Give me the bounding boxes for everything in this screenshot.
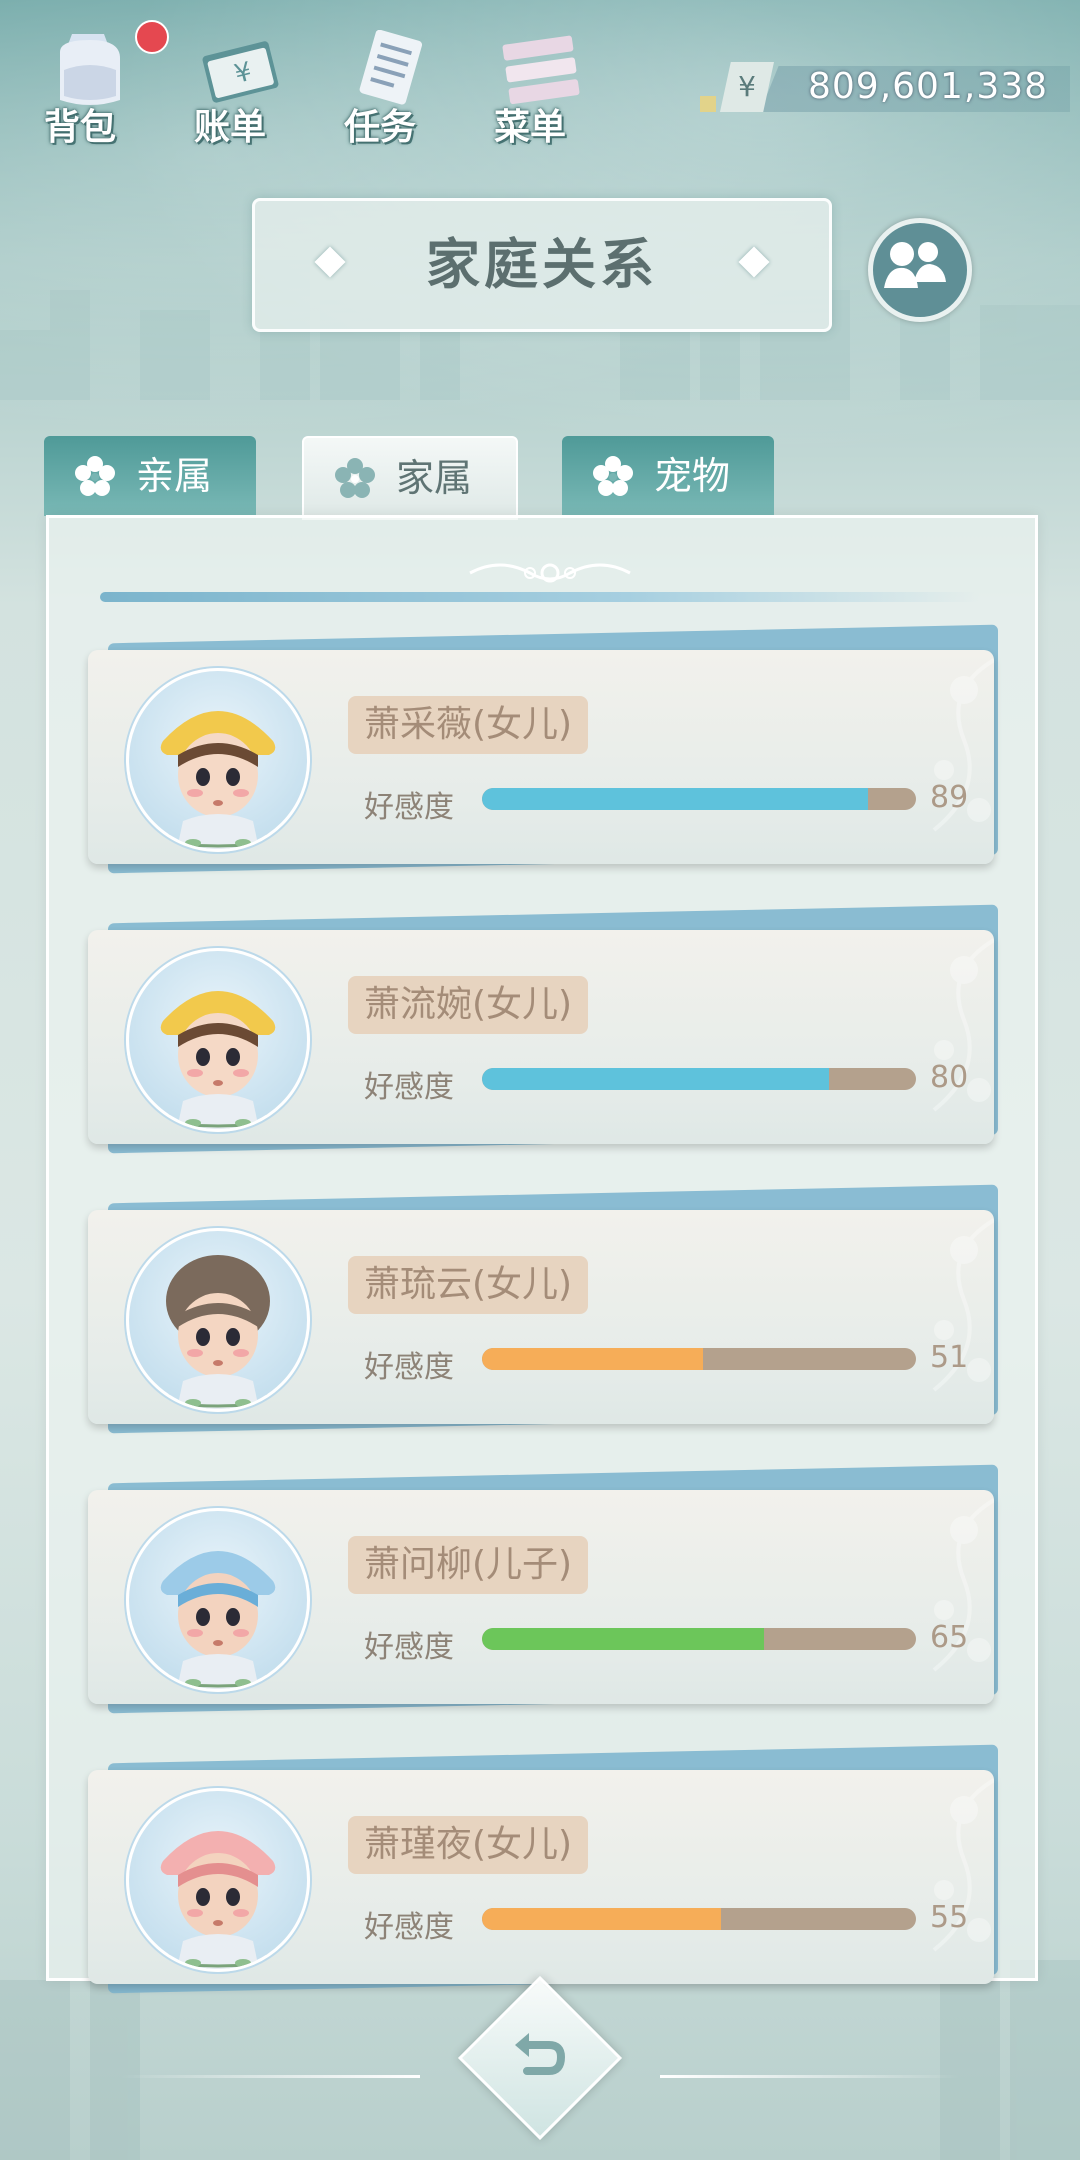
- footer-deco-line: [660, 2075, 960, 2078]
- lace-pattern: [932, 1498, 994, 1672]
- member-avatar: [126, 1788, 310, 1972]
- flower-icon: [593, 456, 633, 496]
- task-label: 任务: [343, 107, 416, 148]
- affinity-value: 65: [930, 1620, 969, 1655]
- lace-pattern: [932, 938, 994, 1112]
- member-name: 萧流婉(女儿): [348, 976, 589, 1034]
- tab-family[interactable]: 家属: [302, 436, 518, 520]
- family-icon: [884, 242, 946, 288]
- affinity-bar: [482, 788, 916, 810]
- leaf-wreath: [142, 1953, 294, 1968]
- leaf-wreath: [142, 1673, 294, 1688]
- affinity-bar-fill: [482, 1068, 830, 1090]
- affinity-label: 好感度: [364, 1350, 454, 1385]
- coin-icon: [700, 96, 716, 112]
- tab-family-label: 家属: [396, 456, 473, 500]
- flower-icon: [75, 456, 115, 496]
- family-member-card[interactable]: 萧问柳(儿子) 好感度 65: [88, 1464, 998, 1714]
- member-avatar: [126, 948, 310, 1132]
- notification-dot: [135, 20, 169, 54]
- family-member-card[interactable]: 萧瑾夜(女儿) 好感度 55: [88, 1744, 998, 1994]
- tab-pets-label: 宠物: [654, 454, 731, 498]
- affinity-label: 好感度: [364, 1910, 454, 1945]
- member-name: 萧琉云(女儿): [348, 1256, 589, 1314]
- back-arrow-icon: [515, 2033, 566, 2075]
- top-toolbar: 背包 ¥ 账单 任务 菜单: [30, 20, 650, 150]
- family-button[interactable]: [868, 218, 972, 322]
- family-member-card[interactable]: 萧流婉(女儿) 好感度 80: [88, 904, 998, 1154]
- backpack-button[interactable]: 背包: [30, 20, 169, 150]
- family-member-card[interactable]: 萧采薇(女儿) 好感度 89: [88, 624, 998, 874]
- affinity-value: 51: [930, 1340, 969, 1375]
- affinity-label: 好感度: [364, 790, 454, 825]
- bill-button[interactable]: ¥ 账单: [180, 20, 300, 150]
- affinity-bar-fill: [482, 1628, 765, 1650]
- affinity-label: 好感度: [364, 1630, 454, 1665]
- leaf-wreath: [142, 1113, 294, 1128]
- lace-pattern: [932, 1218, 994, 1392]
- tab-relatives[interactable]: 亲属: [44, 436, 256, 516]
- currency-display: ¥ 809,601,338: [700, 62, 1070, 116]
- affinity-value: 80: [930, 1060, 969, 1095]
- lace-pattern: [932, 658, 994, 832]
- leaf-wreath: [142, 1393, 294, 1408]
- menu-button[interactable]: 菜单: [480, 20, 600, 150]
- list-top-ribbon: [100, 592, 980, 602]
- member-avatar: [126, 1228, 310, 1412]
- bill-label: 账单: [193, 107, 266, 148]
- swirl-ornament-icon: [469, 563, 631, 583]
- page-title-banner: 家庭关系: [252, 198, 832, 332]
- leaf-wreath: [142, 833, 294, 848]
- backpack-label: 背包: [43, 107, 116, 148]
- affinity-bar: [482, 1348, 916, 1370]
- member-avatar: [126, 668, 310, 852]
- member-name: 萧瑾夜(女儿): [348, 1816, 589, 1874]
- member-name: 萧问柳(儿子): [348, 1536, 589, 1594]
- currency-amount: 809,601,338: [808, 66, 1049, 107]
- tab-relatives-label: 亲属: [136, 454, 213, 498]
- affinity-bar: [482, 1068, 916, 1090]
- affinity-value: 89: [930, 780, 969, 815]
- family-member-card[interactable]: 萧琉云(女儿) 好感度 51: [88, 1184, 998, 1434]
- flower-icon: [335, 458, 375, 498]
- affinity-label: 好感度: [364, 1070, 454, 1105]
- footer-deco-line: [120, 2075, 420, 2078]
- task-button[interactable]: 任务: [330, 20, 450, 150]
- affinity-bar-fill: [482, 1908, 721, 1930]
- affinity-value: 55: [930, 1900, 969, 1935]
- affinity-bar-fill: [482, 1348, 704, 1370]
- affinity-bar: [482, 1628, 916, 1650]
- affinity-bar-fill: [482, 788, 869, 810]
- tab-pets[interactable]: 宠物: [562, 436, 774, 516]
- menu-label: 菜单: [493, 107, 566, 148]
- member-name: 萧采薇(女儿): [348, 696, 589, 754]
- lace-pattern: [932, 1778, 994, 1952]
- affinity-bar: [482, 1908, 916, 1930]
- member-avatar: [126, 1508, 310, 1692]
